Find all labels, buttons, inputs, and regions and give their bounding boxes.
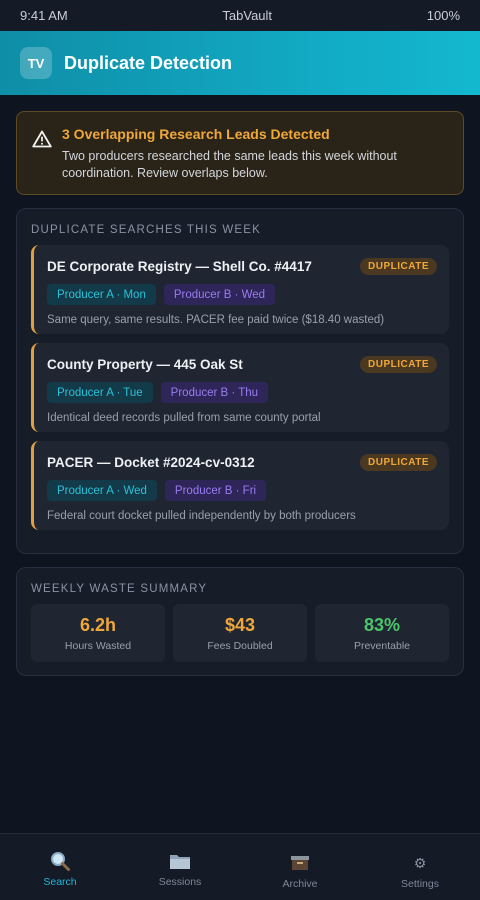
- duplicates-section-title: DUPLICATE SEARCHES THIS WEEK: [31, 224, 261, 236]
- nav-item-settings[interactable]: ⚙ Settings: [360, 834, 480, 900]
- status-battery: 100%: [426, 8, 460, 23]
- nav-item-search[interactable]: Search: [0, 834, 120, 900]
- stat-fees-doubled: $43 Fees Doubled: [173, 604, 307, 662]
- overlap-alert: 3 Overlapping Research Leads Detected Tw…: [16, 111, 464, 195]
- app-logo: TV: [20, 47, 52, 79]
- duplicate-badge: DUPLICATE: [360, 258, 437, 275]
- nav-label: Search: [43, 876, 77, 888]
- duplicate-badge: DUPLICATE: [360, 454, 437, 471]
- nav-label: Sessions: [158, 876, 202, 888]
- stat-value: $43: [224, 614, 256, 635]
- producer-a-tag: Producer A · Mon: [47, 284, 156, 305]
- stat-value: 6.2h: [79, 614, 117, 635]
- waste-summary-panel: WEEKLY WASTE SUMMARY 6.2h Hours Wasted $…: [16, 567, 464, 676]
- page-title: Duplicate Detection: [64, 52, 233, 73]
- stat-label: Hours Wasted: [64, 639, 132, 652]
- stat-label: Fees Doubled: [207, 639, 273, 652]
- duplicate-item[interactable]: County Property — 445 Oak St DUPLICATE P…: [31, 343, 449, 432]
- producer-a-tag: Producer A · Tue: [47, 382, 153, 403]
- folder-icon: [168, 850, 192, 872]
- nav-label: Settings: [401, 878, 439, 890]
- duplicate-title: DE Corporate Registry — Shell Co. #4417: [47, 259, 312, 274]
- duplicate-title: PACER — Docket #2024-cv-0312: [47, 455, 255, 470]
- duplicate-description: Identical deed records pulled from same …: [47, 412, 321, 424]
- duplicate-item[interactable]: PACER — Docket #2024-cv-0312 DUPLICATE P…: [31, 441, 449, 530]
- waste-section-title: WEEKLY WASTE SUMMARY: [31, 583, 208, 595]
- status-app-name: TabVault: [222, 8, 273, 23]
- producer-b-tag: Producer B · Thu: [160, 382, 269, 403]
- gear-icon: ⚙: [413, 854, 427, 871]
- stat-label: Preventable: [353, 639, 411, 652]
- stat-preventable: 83% Preventable: [315, 604, 449, 662]
- duplicate-title: County Property — 445 Oak St: [47, 357, 243, 372]
- status-bar: 9:41 AM TabVault 100%: [0, 0, 480, 31]
- alert-message: Two producers researched the same leads …: [62, 149, 397, 180]
- magnifier-icon: [49, 850, 71, 872]
- status-time: 9:41 AM: [20, 8, 68, 23]
- producer-b-tag: Producer B · Fri: [164, 480, 267, 501]
- nav-item-archive[interactable]: Archive: [240, 834, 360, 900]
- stat-value: 83%: [363, 614, 401, 635]
- warning-icon: [32, 130, 52, 148]
- nav-label: Archive: [282, 878, 318, 890]
- nav-item-sessions[interactable]: Sessions: [120, 834, 240, 900]
- alert-title: 3 Overlapping Research Leads Detected: [62, 126, 330, 142]
- duplicate-badge: DUPLICATE: [360, 356, 437, 373]
- producer-a-tag: Producer A · Wed: [47, 480, 157, 501]
- duplicate-item[interactable]: DE Corporate Registry — Shell Co. #4417 …: [31, 245, 449, 334]
- duplicate-searches-panel: DUPLICATE SEARCHES THIS WEEK DE Corporat…: [16, 208, 464, 554]
- archive-box-icon: [290, 852, 310, 874]
- duplicate-description: Same query, same results. PACER fee paid…: [47, 314, 385, 326]
- producer-b-tag: Producer B · Wed: [163, 284, 276, 305]
- stat-hours-wasted: 6.2h Hours Wasted: [31, 604, 165, 662]
- app-header: TV Duplicate Detection: [0, 31, 480, 95]
- bottom-nav: Search Sessions Archive ⚙ Settings: [0, 833, 480, 900]
- duplicate-description: Federal court docket pulled independentl…: [47, 510, 356, 522]
